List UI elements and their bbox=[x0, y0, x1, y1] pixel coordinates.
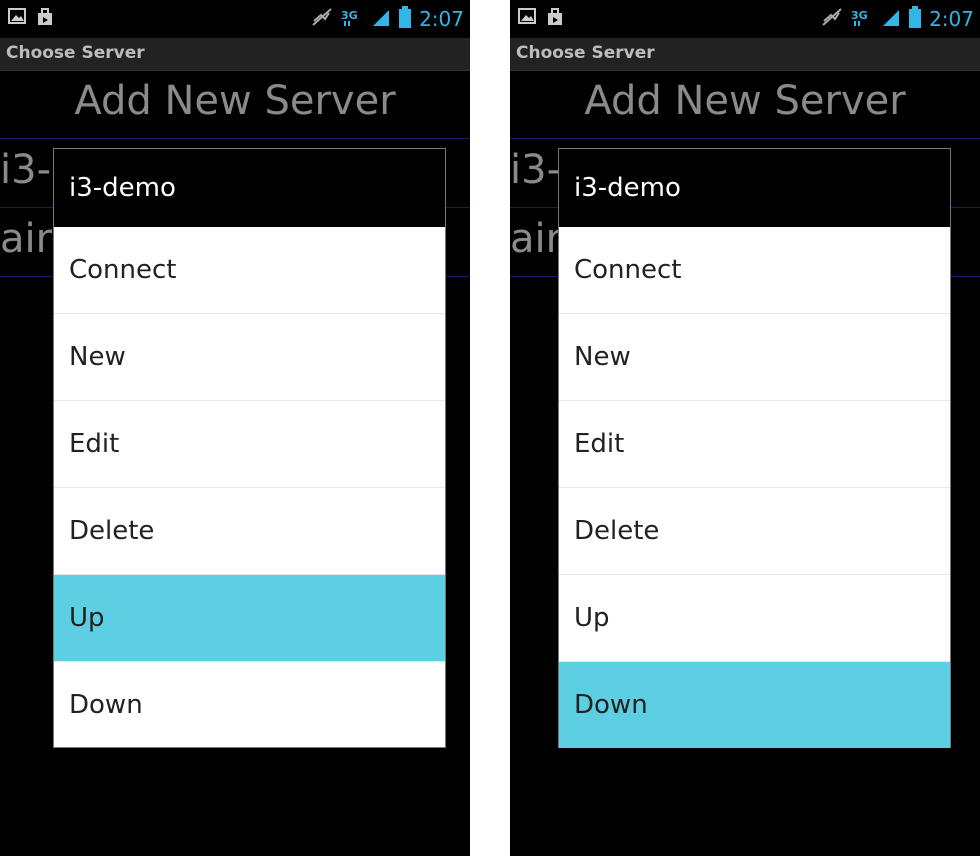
server-name: air bbox=[510, 216, 563, 262]
menu-item-new[interactable]: New bbox=[559, 314, 950, 401]
status-bar: 3G 2:07 bbox=[510, 0, 980, 38]
menu-item-down[interactable]: Down bbox=[559, 662, 950, 748]
app-title-bar: Choose Server bbox=[0, 38, 470, 71]
page-title: Choose Server bbox=[516, 43, 655, 63]
battery-icon bbox=[399, 6, 412, 32]
bag-icon bbox=[546, 8, 564, 30]
dialog-title: i3-demo bbox=[54, 149, 445, 227]
network-3g-icon: 3G bbox=[341, 7, 363, 31]
mute-icon bbox=[311, 7, 333, 31]
menu-item-new[interactable]: New bbox=[54, 314, 445, 401]
svg-text:3G: 3G bbox=[341, 9, 358, 22]
signal-icon bbox=[881, 7, 901, 31]
network-3g-icon: 3G bbox=[851, 7, 873, 31]
menu-item-delete[interactable]: Delete bbox=[559, 488, 950, 575]
clock-time: 2:07 bbox=[929, 7, 974, 31]
menu-item-up[interactable]: Up bbox=[559, 575, 950, 662]
menu-item-delete[interactable]: Delete bbox=[54, 488, 445, 575]
image-icon bbox=[518, 8, 536, 30]
app-title-bar: Choose Server bbox=[510, 38, 980, 71]
context-menu-dialog: i3-demo Connect New Edit Delete Up Down bbox=[53, 148, 446, 748]
phone-screen-2: 3G 2:07 Choose Server Add New Server i3-… bbox=[510, 0, 980, 856]
status-bar: 3G 2:07 bbox=[0, 0, 470, 38]
menu-item-connect[interactable]: Connect bbox=[54, 227, 445, 314]
dialog-title: i3-demo bbox=[559, 149, 950, 227]
add-new-server-button[interactable]: Add New Server bbox=[510, 78, 980, 124]
menu-item-down[interactable]: Down bbox=[54, 662, 445, 748]
menu-item-edit[interactable]: Edit bbox=[559, 401, 950, 488]
server-name: air bbox=[0, 216, 53, 262]
menu-item-up[interactable]: Up bbox=[54, 575, 445, 662]
image-icon bbox=[8, 8, 26, 30]
bag-icon bbox=[36, 8, 54, 30]
add-new-server-button[interactable]: Add New Server bbox=[0, 78, 470, 124]
context-menu-dialog: i3-demo Connect New Edit Delete Up Down bbox=[558, 148, 951, 748]
page-title: Choose Server bbox=[6, 43, 145, 63]
mute-icon bbox=[821, 7, 843, 31]
svg-text:3G: 3G bbox=[851, 9, 868, 22]
signal-icon bbox=[371, 7, 391, 31]
phone-screen-1: 3G 2:07 Choose Server Add New Server i3-… bbox=[0, 0, 470, 856]
menu-item-edit[interactable]: Edit bbox=[54, 401, 445, 488]
battery-icon bbox=[909, 6, 922, 32]
clock-time: 2:07 bbox=[419, 7, 464, 31]
menu-item-connect[interactable]: Connect bbox=[559, 227, 950, 314]
